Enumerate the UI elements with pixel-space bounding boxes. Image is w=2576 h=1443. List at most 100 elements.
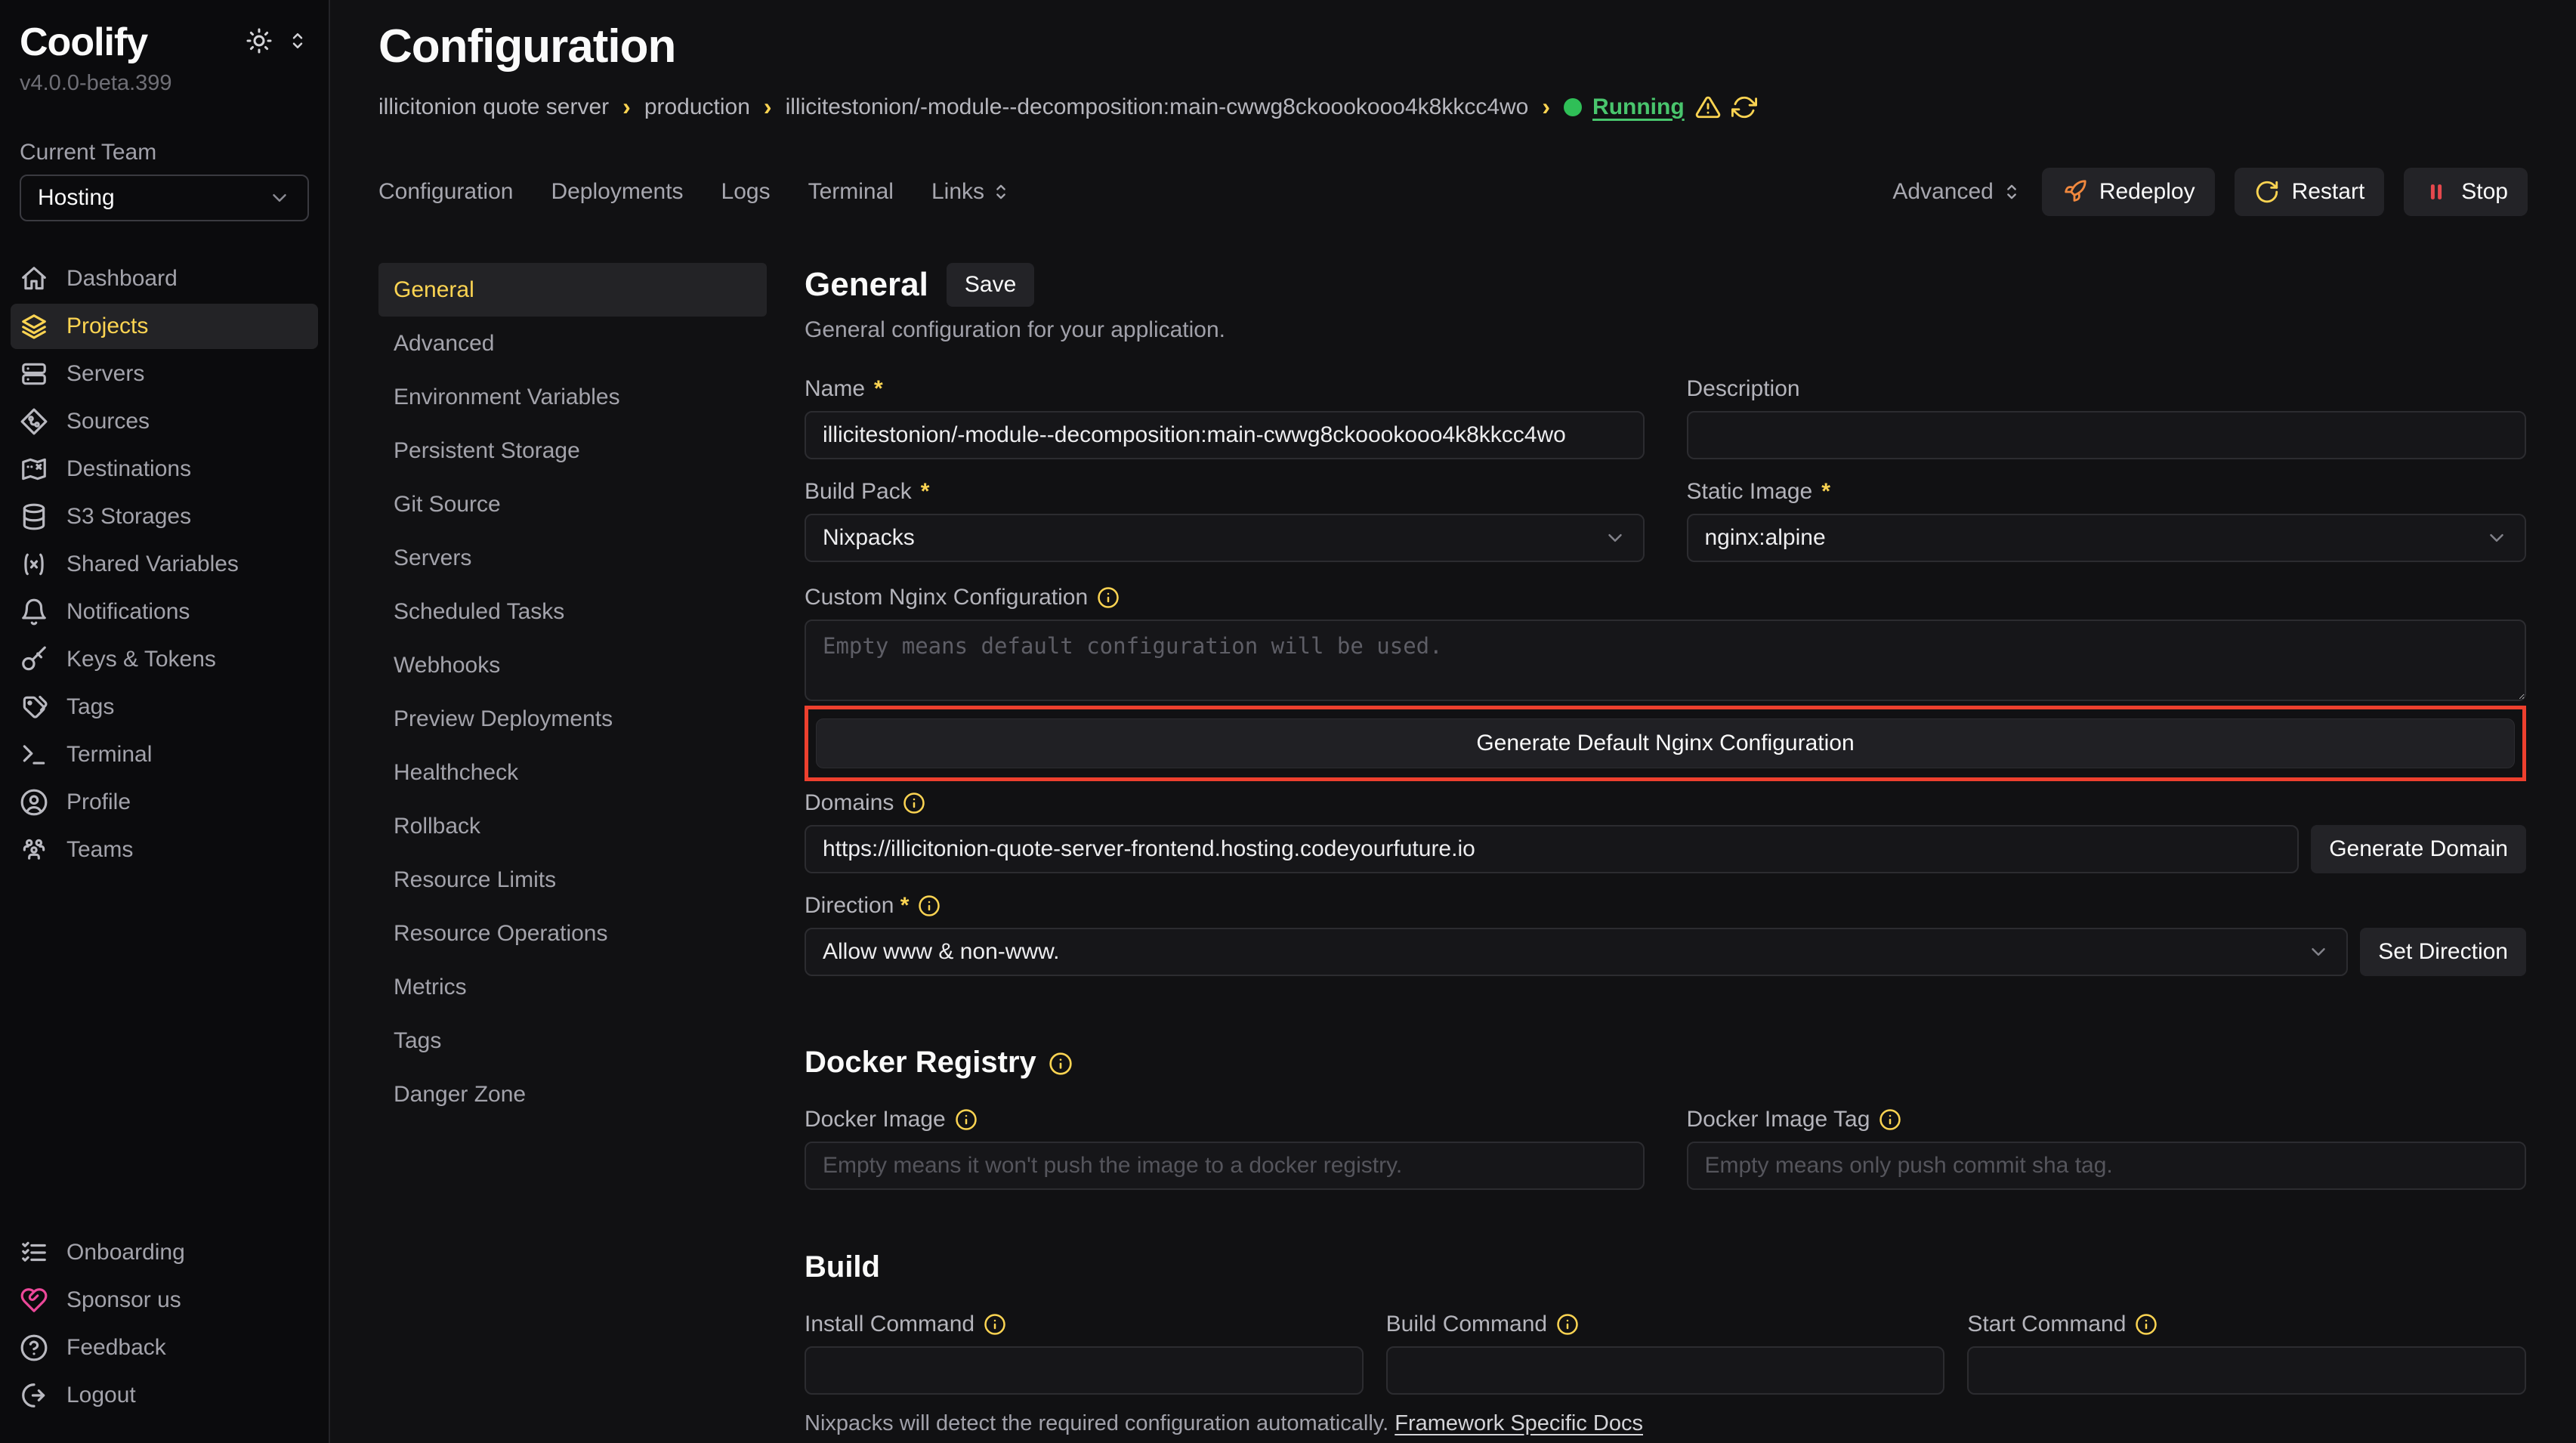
tab-logs[interactable]: Logs [721,179,771,205]
breadcrumb: illicitonion quote server › production ›… [378,93,2528,121]
info-icon[interactable] [903,792,925,814]
tab-links[interactable]: Links [931,179,1012,205]
subnav-danger-zone[interactable]: Danger Zone [378,1068,767,1121]
team-select-value: Hosting [38,185,115,211]
subnav-rollback[interactable]: Rollback [378,799,767,853]
sidebar-item-servers[interactable]: Servers [11,351,318,397]
info-icon[interactable] [1879,1108,1901,1131]
sidebar-item-notifications[interactable]: Notifications [11,589,318,635]
main-content: Configuration illicitonion quote server … [330,0,2576,1443]
description-input[interactable] [1687,411,2527,459]
subnav-preview-deployments[interactable]: Preview Deployments [378,692,767,746]
sidebar-item-label: Keys & Tokens [66,647,216,672]
sidebar-item-tags[interactable]: Tags [11,684,318,730]
domains-label: Domains [805,790,2526,816]
advanced-toggle[interactable]: Advanced [1892,179,2022,205]
build-command-input[interactable] [1386,1346,1945,1395]
database-icon [20,502,48,531]
checklist-icon [20,1238,48,1267]
subnav-general[interactable]: General [378,263,767,317]
sidebar-item-destinations[interactable]: Destinations [11,446,318,492]
sidebar-item-shared-variables[interactable]: Shared Variables [11,542,318,587]
map-icon [20,455,48,484]
breadcrumb-resource[interactable]: illicitestonion/-module--decomposition:m… [786,94,1529,120]
build-pack-select[interactable]: Nixpacks [805,514,1645,562]
stop-button[interactable]: Stop [2404,168,2528,216]
breadcrumb-separator: › [622,93,631,121]
tab-deployments[interactable]: Deployments [551,179,683,205]
sidebar-item-onboarding[interactable]: Onboarding [11,1230,318,1275]
breadcrumb-environment[interactable]: production [644,94,750,120]
sidebar-item-s3-storages[interactable]: S3 Storages [11,494,318,539]
subnav-resource-operations[interactable]: Resource Operations [378,907,767,960]
theme-toggle-sun-icon[interactable] [246,27,273,54]
terminal-icon [20,740,48,769]
sidebar-item-projects[interactable]: Projects [11,304,318,349]
sidebar-item-keys-tokens[interactable]: Keys & Tokens [11,637,318,682]
status-badge: Running [1564,94,1757,120]
subnav-webhooks[interactable]: Webhooks [378,638,767,692]
subnav-persistent-storage[interactable]: Persistent Storage [378,424,767,477]
tab-terminal[interactable]: Terminal [808,179,894,205]
framework-docs-link[interactable]: Framework Specific Docs [1395,1411,1643,1435]
direction-select[interactable]: Allow www & non-www. [805,928,2348,976]
subnav-metrics[interactable]: Metrics [378,960,767,1014]
subnav-environment-variables[interactable]: Environment Variables [378,370,767,424]
subnav-tags[interactable]: Tags [378,1014,767,1068]
tab-configuration[interactable]: Configuration [378,179,513,205]
subnav-scheduled-tasks[interactable]: Scheduled Tasks [378,585,767,638]
nginx-config-textarea[interactable] [805,620,2526,701]
general-heading: General [805,266,928,304]
warning-triangle-icon[interactable] [1695,94,1721,120]
sidebar-item-label: Terminal [66,742,152,768]
redeploy-button[interactable]: Redeploy [2042,168,2215,216]
info-icon[interactable] [1556,1313,1579,1336]
sidebar-item-terminal[interactable]: Terminal [11,732,318,777]
info-icon[interactable] [955,1108,978,1131]
docker-image-input[interactable] [805,1142,1645,1190]
bell-icon [20,598,48,626]
sidebar-item-label: Logout [66,1383,136,1408]
subnav-git-source[interactable]: Git Source [378,477,767,531]
subnav-resource-limits[interactable]: Resource Limits [378,853,767,907]
sidebar-item-feedback[interactable]: Feedback [11,1325,318,1370]
docker-image-tag-input[interactable] [1687,1142,2527,1190]
sidebar-item-dashboard[interactable]: Dashboard [11,256,318,301]
theme-selector-icon[interactable] [286,29,309,52]
team-select[interactable]: Hosting [20,175,309,221]
install-command-label-text: Install Command [805,1312,974,1337]
app-version: v4.0.0-beta.399 [11,65,318,96]
subnav-advanced[interactable]: Advanced [378,317,767,370]
info-icon[interactable] [1049,1052,1071,1074]
description-label: Description [1687,376,2527,402]
subnav-servers[interactable]: Servers [378,531,767,585]
install-command-input[interactable] [805,1346,1364,1395]
restart-button[interactable]: Restart [2235,168,2385,216]
chevron-down-icon [268,187,291,209]
subnav-healthcheck[interactable]: Healthcheck [378,746,767,799]
sidebar-item-profile[interactable]: Profile [11,780,318,825]
generate-nginx-config-button[interactable]: Generate Default Nginx Configuration [816,718,2515,768]
sidebar-item-teams[interactable]: Teams [11,827,318,873]
sidebar-item-sources[interactable]: Sources [11,399,318,444]
status-running-link[interactable]: Running [1592,94,1685,120]
chevron-down-icon [2307,941,2330,963]
info-icon[interactable] [1097,586,1120,609]
name-input[interactable] [805,411,1645,459]
chevron-down-icon [2485,527,2508,549]
info-icon[interactable] [984,1313,1006,1336]
breadcrumb-project[interactable]: illicitonion quote server [378,94,609,120]
sidebar-item-sponsor[interactable]: Sponsor us [11,1278,318,1323]
static-image-select[interactable]: nginx:alpine [1687,514,2527,562]
start-command-input[interactable] [1967,1346,2526,1395]
info-icon[interactable] [918,895,941,917]
info-icon[interactable] [2135,1313,2157,1336]
sidebar-item-logout[interactable]: Logout [11,1373,318,1418]
domains-input[interactable] [805,825,2299,873]
generate-domain-button[interactable]: Generate Domain [2311,825,2526,873]
server-icon [20,360,48,388]
refresh-icon[interactable] [1731,94,1757,120]
set-direction-button[interactable]: Set Direction [2360,928,2526,976]
build-pack-value: Nixpacks [823,525,915,551]
save-button[interactable]: Save [947,263,1034,307]
